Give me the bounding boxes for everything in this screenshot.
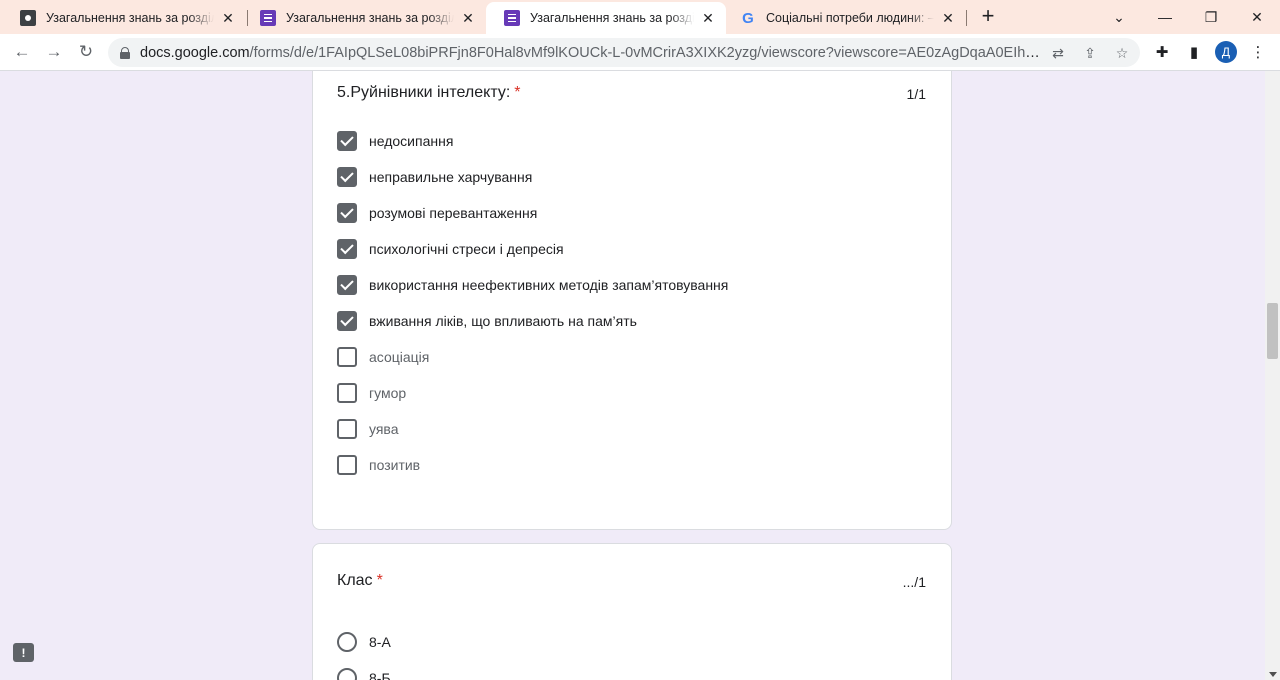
required-mark: * <box>376 572 383 589</box>
forms-icon <box>260 10 276 26</box>
radio-icon[interactable] <box>337 668 357 680</box>
question-title-text: Клас <box>337 572 373 589</box>
scroll-down-arrow-icon[interactable] <box>1269 672 1277 677</box>
lock-icon[interactable] <box>120 46 130 59</box>
close-icon[interactable]: ✕ <box>940 10 956 27</box>
option-label: позитив <box>369 457 421 473</box>
extensions-icon[interactable]: ✚ <box>1150 40 1174 64</box>
option-label: недосипання <box>369 133 454 149</box>
option-checkbox: неправильне харчування <box>337 166 532 188</box>
checkbox-unchecked-icon <box>337 419 357 439</box>
close-icon[interactable]: ✕ <box>220 10 236 27</box>
required-mark: * <box>514 84 521 101</box>
option-label: 8-Б <box>369 670 391 680</box>
option-label: асоціація <box>369 349 430 365</box>
side-panel-icon[interactable]: ▮ <box>1182 40 1206 64</box>
minimize-icon[interactable]: — <box>1142 0 1188 34</box>
checkbox-unchecked-icon <box>337 455 357 475</box>
option-checkbox: недосипання <box>337 130 453 152</box>
class-question-card: Клас * .../1 8-А 8-Б <box>312 543 952 680</box>
tab-1[interactable]: Узагальнення знань за розділом ✕ <box>2 2 246 34</box>
menu-kebab-icon[interactable]: ⋮ <box>1246 40 1270 64</box>
option-label: неправильне харчування <box>369 169 533 185</box>
option-checkbox: уява <box>337 418 399 440</box>
option-label: розумові перевантаження <box>369 205 538 221</box>
tab-title: Узагальнення знань за розділом <box>46 11 214 25</box>
url-text[interactable]: docs.google.com/forms/d/e/1FAIpQLSeL08bi… <box>140 45 1040 61</box>
tab-separator <box>966 10 967 26</box>
checkbox-checked-icon <box>337 275 357 295</box>
tab-4[interactable]: G Соціальні потреби людини: – Пошук Goog… <box>722 2 966 34</box>
option-checkbox: вживання ліків, що впливають на пам’ять <box>337 310 637 332</box>
url-path: /forms/d/e/1FAIpQLSeL08biPRFjn8F0Hal8vMf… <box>249 44 1040 61</box>
checkbox-checked-icon <box>337 131 357 151</box>
close-icon[interactable]: ✕ <box>460 10 476 27</box>
tab-strip: Узагальнення знань за розділом ✕ Узагаль… <box>0 0 1280 34</box>
new-tab-icon[interactable]: + <box>976 4 1000 30</box>
question-title-text: 5.Руйнівники інтелекту: <box>337 84 511 101</box>
question-card: 5.Руйнівники інтелекту: * 1/1 недосипання… <box>312 71 952 530</box>
report-problem-icon[interactable]: ! <box>13 643 34 662</box>
checkbox-checked-icon <box>337 167 357 187</box>
option-label: гумор <box>369 385 407 401</box>
checkbox-checked-icon <box>337 311 357 331</box>
tab-title: Соціальні потреби людини: – Пошук Google <box>766 11 934 25</box>
classroom-icon <box>20 10 36 26</box>
bookmark-star-icon[interactable]: ☆ <box>1112 43 1132 63</box>
restore-icon[interactable]: ❐ <box>1188 0 1234 34</box>
option-label: 8-А <box>369 634 391 650</box>
close-icon[interactable]: ✕ <box>700 10 716 27</box>
scrollbar-thumb[interactable] <box>1267 303 1278 359</box>
option-checkbox: використання неефективних методів запам’… <box>337 274 728 296</box>
address-bar[interactable]: docs.google.com/forms/d/e/1FAIpQLSeL08bi… <box>108 38 1140 67</box>
radio-icon[interactable] <box>337 632 357 652</box>
google-icon: G <box>742 9 754 27</box>
option-checkbox: психологічні стреси і депресія <box>337 238 564 260</box>
forms-icon <box>504 10 520 26</box>
tab-2[interactable]: Узагальнення знань за розділом ✕ <box>242 2 486 34</box>
close-window-icon[interactable]: ✕ <box>1234 0 1280 34</box>
checkbox-unchecked-icon <box>337 347 357 367</box>
avatar[interactable]: Д <box>1215 41 1237 63</box>
option-checkbox: гумор <box>337 382 406 404</box>
forward-icon[interactable]: → <box>40 38 68 66</box>
reload-icon[interactable]: ↻ <box>72 38 100 66</box>
page-scrollbar[interactable] <box>1265 71 1280 680</box>
translate-icon[interactable]: ⇄ <box>1048 43 1068 63</box>
checkbox-checked-icon <box>337 203 357 223</box>
option-checkbox: позитив <box>337 454 420 476</box>
option-radio[interactable]: 8-Б <box>337 667 391 680</box>
option-label: психологічні стреси і депресія <box>369 241 564 257</box>
share-icon[interactable]: ⇪ <box>1080 43 1100 63</box>
checkbox-unchecked-icon <box>337 383 357 403</box>
question-score: 1/1 <box>906 86 926 102</box>
option-label: уява <box>369 421 399 437</box>
tab-search-icon[interactable]: ⌄ <box>1096 0 1142 34</box>
tab-3-active[interactable]: Узагальнення знань за розділом ✕ <box>486 2 726 34</box>
option-checkbox: асоціація <box>337 346 429 368</box>
url-host: docs.google.com <box>140 44 250 61</box>
page-viewport: 5.Руйнівники інтелекту: * 1/1 недосипання… <box>0 71 1265 680</box>
option-label: вживання ліків, що впливають на пам’ять <box>369 313 637 329</box>
option-label: використання неефективних методів запам’… <box>369 277 729 293</box>
tab-title: Узагальнення знань за розділом <box>286 11 454 25</box>
question-title: Клас * <box>337 572 383 590</box>
back-icon[interactable]: ← <box>8 38 36 66</box>
question-score: .../1 <box>902 574 926 590</box>
option-radio[interactable]: 8-А <box>337 631 391 653</box>
option-checkbox: розумові перевантаження <box>337 202 537 224</box>
checkbox-checked-icon <box>337 239 357 259</box>
browser-toolbar: ← → ↻ docs.google.com/forms/d/e/1FAIpQLS… <box>0 34 1280 71</box>
question-title: 5.Руйнівники інтелекту: * <box>337 84 521 102</box>
tab-title: Узагальнення знань за розділом <box>530 11 694 25</box>
